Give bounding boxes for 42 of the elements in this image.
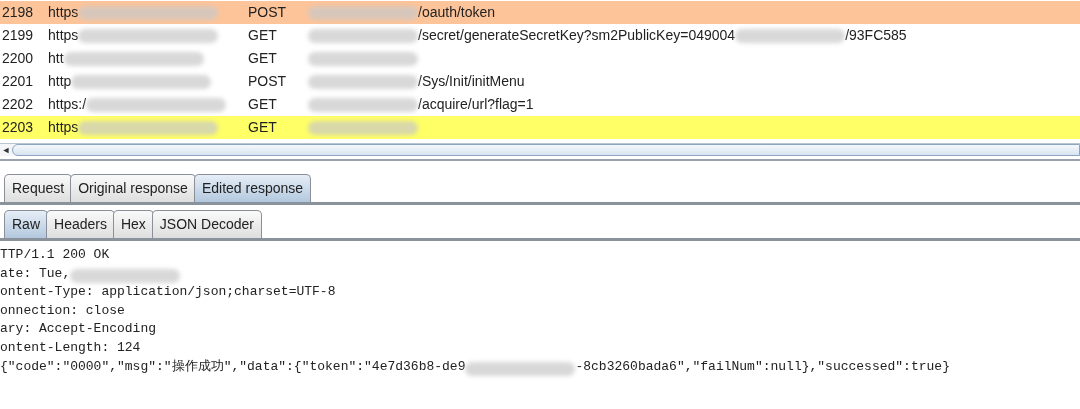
path-text: /acquire/url?flag=1 [418, 95, 534, 114]
response-text: onnection: close [0, 301, 125, 320]
response-text: {"code":"0000","msg":"操作成功","data":{"token":"4e7d36b8-de9 [0, 357, 466, 376]
table-cell-text: GET [248, 26, 278, 45]
table-row[interactable]: 2198 https POST /oauth/token [0, 1, 1080, 24]
response-text: ate: Tue, [0, 264, 71, 283]
response-text: ontent-Type: application/json;charset=UTF-8 [0, 283, 336, 302]
tab[interactable]: JSON Decoder [151, 210, 262, 238]
table-cell-text: 2199 [1, 26, 35, 45]
table-cell-text: GET [248, 95, 278, 114]
response-text: TTP/1.1 200 OK [0, 246, 110, 264]
path-text: /secret/generateSecretKey?sm2PublicKey=049004 [418, 26, 736, 45]
tab[interactable]: Original response [70, 174, 196, 202]
table-cell-text: 2198 [1, 3, 35, 22]
url-text: https [48, 3, 79, 22]
tab[interactable]: Hex [112, 210, 154, 238]
table-cell-text: 2201 [1, 72, 35, 91]
table-cell-text: POST [248, 3, 288, 22]
table-cell-text: 2203 [1, 118, 35, 137]
table-cell-text: 2202 [1, 95, 35, 114]
tab[interactable]: Raw [4, 210, 48, 238]
table-cell-text: GET [248, 118, 278, 137]
table-row[interactable]: 2203 https GET [0, 116, 1080, 139]
url-text: http [48, 72, 72, 91]
path-text: /Sys/Init/initMenu [418, 72, 525, 91]
table-cell-text: GET [248, 49, 278, 68]
response-text: -8cb3260bada6","failNum":null},"successed":true} [575, 357, 950, 376]
url-text: https [48, 118, 79, 137]
table-cell-text: POST [248, 72, 288, 91]
response-text: ontent-Length: 124 [0, 338, 141, 357]
tab[interactable]: Edited response [193, 174, 312, 202]
table-cell-text: 2200 [1, 49, 35, 68]
scroll-left-button[interactable]: ◄ [0, 145, 12, 155]
path-text: /93FC585 [845, 26, 907, 45]
path-text: /oauth/token [418, 3, 496, 22]
scrollbar-thumb[interactable] [12, 144, 1080, 156]
url-text: https [48, 26, 79, 45]
response-text: ary: Accept-Encoding [0, 320, 157, 339]
url-text: htt [48, 49, 64, 68]
url-text: https:/ [48, 95, 87, 114]
tab[interactable]: Request [4, 174, 73, 202]
tab[interactable]: Headers [46, 210, 115, 238]
